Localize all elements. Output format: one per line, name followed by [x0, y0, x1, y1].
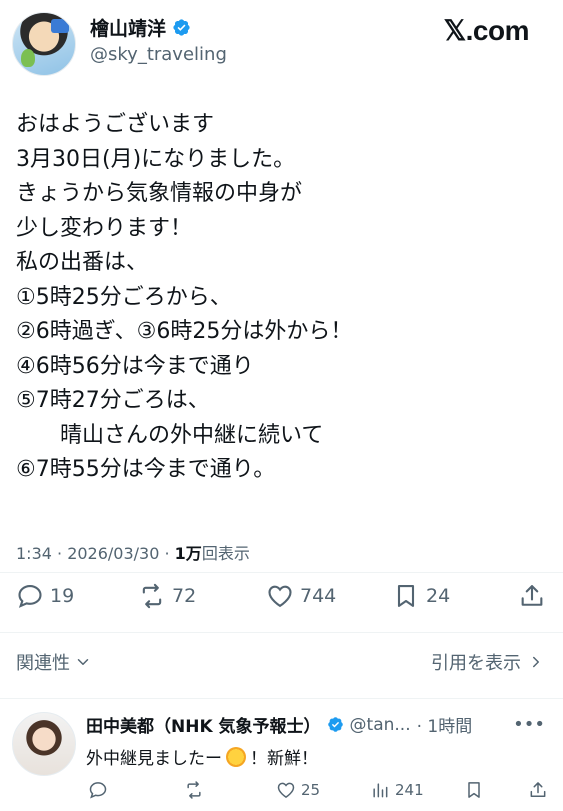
author-name-text[interactable]: 檜山靖洋: [90, 14, 166, 41]
tweet-text: おはようございます 3月30日(月)になりました。 きょうから気象情報の中身が …: [16, 112, 353, 482]
avatar-badge-decoration: [51, 19, 69, 33]
more-icon[interactable]: •••: [513, 714, 545, 735]
sun-icon: [226, 746, 246, 767]
reply-text: 外中継見ましたー ！新鮮！: [86, 744, 318, 769]
tweet-actions: 19 72 744 24: [0, 582, 563, 622]
reply-author-handle[interactable]: @tan...: [350, 715, 411, 735]
share-icon: [521, 585, 543, 606]
bookmark-count: 24: [426, 585, 451, 607]
share-button[interactable]: [518, 582, 546, 610]
author-handle[interactable]: @sky_traveling: [90, 44, 227, 65]
repost-button[interactable]: 72: [138, 582, 196, 610]
reply-timestamp[interactable]: · 1時間: [417, 712, 473, 737]
reply-text-before: 外中継見ましたー: [86, 749, 222, 769]
chevron-down-icon: [77, 659, 89, 665]
reply-actions: 25 241: [0, 780, 563, 804]
sort-relevance-dropdown[interactable]: 関連性: [16, 649, 92, 675]
repost-icon: [187, 781, 201, 799]
verified-badge-icon: [173, 19, 190, 36]
avatar-leaf-decoration: [21, 49, 35, 67]
repost-icon: [142, 583, 162, 609]
reply-button[interactable]: 19: [16, 582, 74, 610]
share-icon: [530, 782, 546, 797]
reply-header: 田中美都（NHK 気象予報士） @tan... · 1時間: [86, 712, 473, 738]
repost-count: 72: [172, 585, 197, 607]
comment-icon: [89, 782, 107, 799]
bookmark-icon: [397, 585, 415, 607]
verified-badge-icon: [327, 717, 343, 732]
reply-view-count: 241: [395, 781, 424, 799]
heart-icon: [268, 585, 292, 608]
chevron-right-icon: [533, 656, 539, 668]
reply-like-button[interactable]: 25: [276, 780, 320, 800]
reply-views-button[interactable]: 241: [370, 780, 424, 800]
views-icon: [373, 783, 388, 798]
view-count-label: 回表示: [201, 544, 250, 563]
reply-tweet[interactable]: 田中美都（NHK 気象予報士） @tan... · 1時間 ••• 外中継見まし…: [0, 700, 563, 811]
reply-reply-button[interactable]: [88, 780, 113, 800]
bookmark-button[interactable]: 24: [392, 582, 450, 610]
view-quotes-link[interactable]: 引用を表示: [431, 649, 545, 675]
divider: [0, 632, 563, 633]
tweet-timestamp[interactable]: 1:34 · 2026/03/30 ·: [16, 544, 175, 563]
comment-icon: [18, 585, 42, 608]
view-quotes-label: 引用を表示: [431, 653, 521, 674]
like-count: 744: [300, 585, 337, 607]
heart-icon: [277, 782, 295, 798]
divider: [0, 698, 563, 699]
x-logo: 𝕏.com: [443, 15, 530, 46]
reply-count: 19: [50, 585, 75, 607]
reply-repost-button[interactable]: [184, 780, 209, 800]
like-button[interactable]: 744: [266, 582, 336, 610]
avatar[interactable]: [12, 12, 76, 76]
reply-author-name[interactable]: 田中美都（NHK 気象予報士）: [86, 712, 321, 737]
tweet-header: 檜山靖洋 @sky_traveling 𝕏.com: [0, 0, 563, 90]
avatar[interactable]: [12, 712, 76, 776]
reply-bookmark-button[interactable]: [464, 780, 484, 800]
reply-like-count: 25: [301, 781, 321, 799]
reply-text-after: ！新鮮！: [250, 749, 318, 769]
view-count: 1万: [174, 544, 202, 563]
author-name[interactable]: 檜山靖洋: [90, 14, 191, 41]
divider: [0, 572, 563, 573]
bookmark-icon: [468, 782, 480, 798]
sort-relevance-label: 関連性: [16, 653, 70, 674]
tweet-meta: 1:34 · 2026/03/30 · 1万回表示: [16, 540, 250, 564]
reply-share-button[interactable]: [528, 780, 548, 800]
